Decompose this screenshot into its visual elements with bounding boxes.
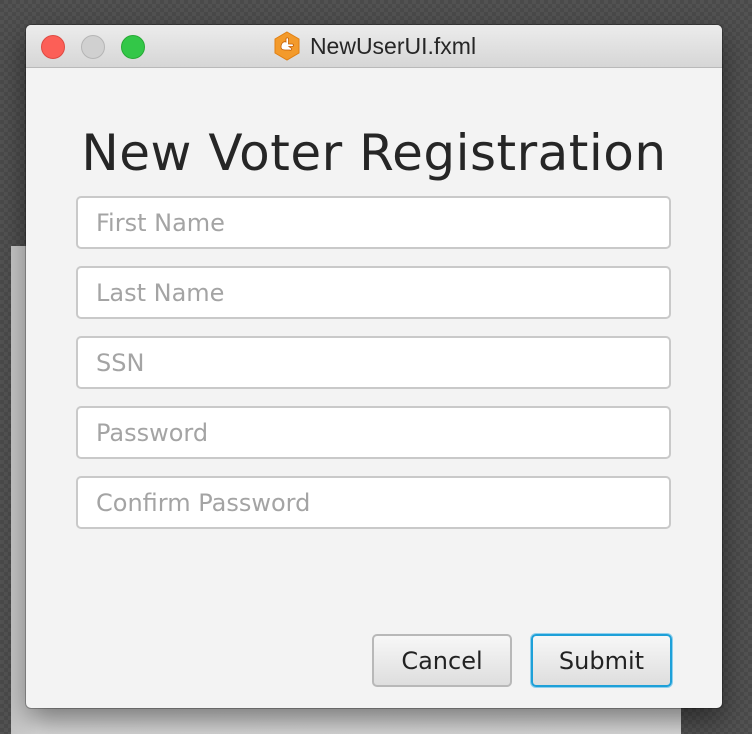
form-heading: New Voter Registration [81,124,667,182]
form-content: New Voter Registration Cancel Submit [26,68,722,708]
first-name-input[interactable] [76,196,671,249]
cancel-button[interactable]: Cancel [372,634,512,687]
ssn-input[interactable] [76,336,671,389]
window-title: NewUserUI.fxml [309,32,477,59]
app-hand-icon [274,31,300,61]
title-bar[interactable]: NewUserUI.fxml [26,25,722,68]
confirm-password-input[interactable] [76,476,671,529]
new-user-window: NewUserUI.fxml New Voter Registration Ca… [26,25,722,708]
password-input[interactable] [76,406,671,459]
last-name-input[interactable] [76,266,671,319]
title-area: NewUserUI.fxml [26,31,722,61]
submit-button[interactable]: Submit [531,634,672,687]
